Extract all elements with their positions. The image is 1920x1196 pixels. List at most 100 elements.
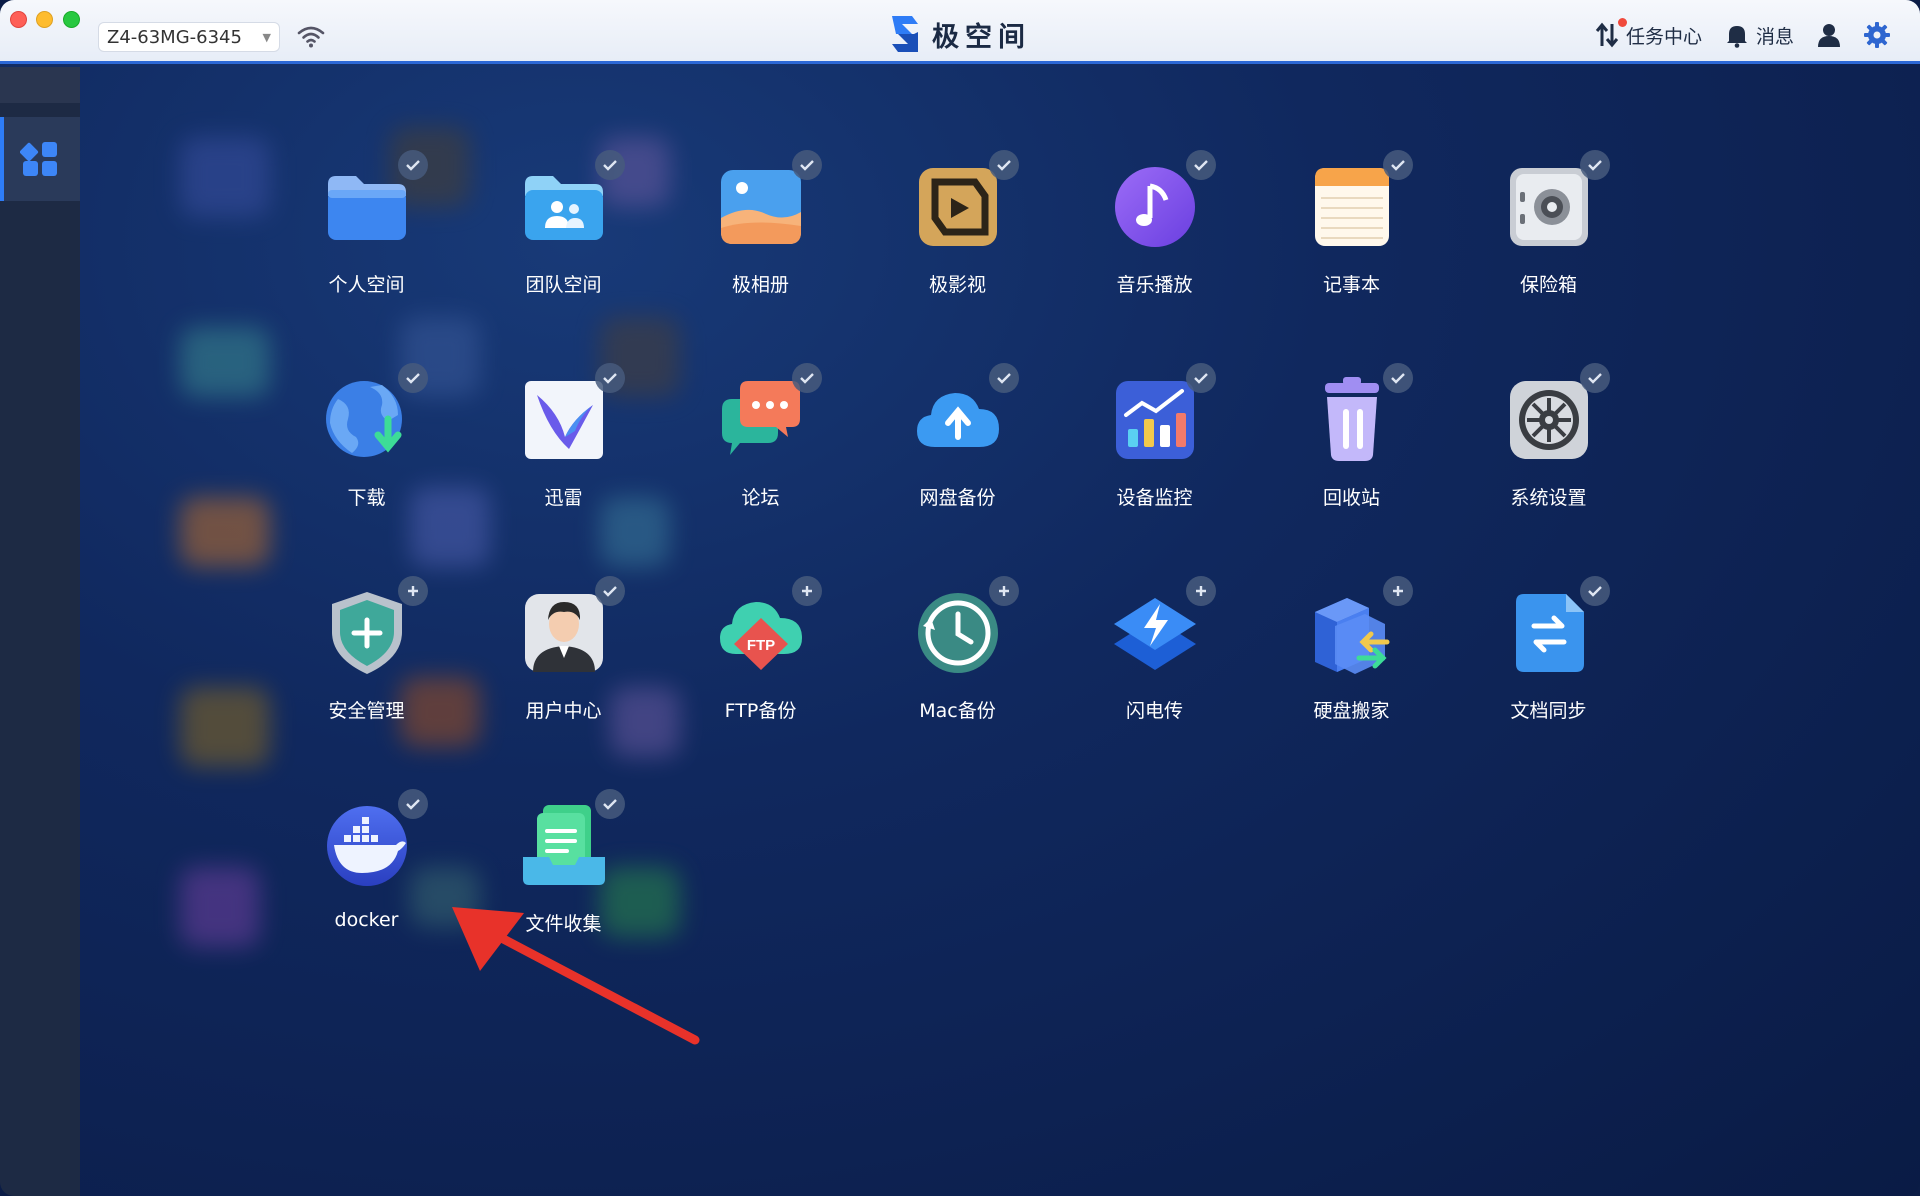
pin-badge-icon[interactable] xyxy=(595,150,625,180)
sidebar-item-apps[interactable] xyxy=(0,117,80,201)
pin-badge-icon[interactable] xyxy=(595,789,625,819)
app-label: 团队空间 xyxy=(525,274,602,296)
photo-album-icon xyxy=(721,170,801,244)
download-globe-icon xyxy=(326,381,402,457)
app-user-center[interactable]: 用户中心 xyxy=(465,576,662,789)
task-center-button[interactable]: 任务中心 xyxy=(1594,17,1702,49)
window-zoom-button[interactable] xyxy=(63,11,80,28)
pin-badge-icon[interactable] xyxy=(1580,576,1610,606)
app-forum[interactable]: 论坛 xyxy=(662,363,859,576)
app-music-player[interactable]: 音乐播放 xyxy=(1056,150,1253,363)
device-name: Z4-63MG-6345 xyxy=(107,26,242,48)
app-video[interactable]: 极影视 xyxy=(859,150,1056,363)
messages-button[interactable]: 消息 xyxy=(1724,22,1794,49)
safe-icon xyxy=(1510,168,1588,246)
brand-name: 极空间 xyxy=(932,21,1031,53)
app-file-collect[interactable]: 文件收集 xyxy=(465,789,662,1002)
pin-badge-icon[interactable] xyxy=(1580,363,1610,393)
user-avatar-icon xyxy=(525,594,603,672)
app-label: 极影视 xyxy=(928,274,986,296)
app-label: 迅雷 xyxy=(544,487,583,509)
pin-badge-icon[interactable] xyxy=(398,150,428,180)
app-label: 网盘备份 xyxy=(919,487,996,509)
pin-badge-icon[interactable] xyxy=(1186,150,1216,180)
app-label: 硬盘搬家 xyxy=(1313,700,1390,722)
pin-badge-icon[interactable] xyxy=(595,363,625,393)
transfer-arrows-icon xyxy=(1595,22,1619,48)
clock-backup-icon xyxy=(918,593,998,673)
app-team-space[interactable]: 团队空间 xyxy=(465,150,662,363)
app-label: 系统设置 xyxy=(1510,487,1587,509)
docker-whale-icon xyxy=(327,806,407,886)
team-folder-icon xyxy=(525,176,603,240)
trash-icon xyxy=(1325,377,1379,461)
app-photo-album[interactable]: 极相册 xyxy=(662,150,859,363)
pin-badge-icon[interactable] xyxy=(1383,576,1413,606)
app-grid: 个人空间 团队空间 极相册 极影视 音乐播放 记事本 保险箱 下载 迅雷 论坛 … xyxy=(268,150,1647,1002)
pin-badge-icon[interactable] xyxy=(989,576,1019,606)
app-mac-backup[interactable]: Mac备份 xyxy=(859,576,1056,789)
video-icon xyxy=(919,168,997,246)
folder-icon xyxy=(328,176,406,240)
notepad-icon xyxy=(1315,168,1389,246)
gear-icon xyxy=(1864,22,1890,48)
app-label: 安全管理 xyxy=(328,700,405,722)
xunlei-bird-icon xyxy=(525,381,603,459)
app-label: 设备监控 xyxy=(1116,487,1193,509)
app-system-settings[interactable]: 系统设置 xyxy=(1450,363,1647,576)
user-button[interactable] xyxy=(1816,22,1842,48)
pin-badge-icon[interactable] xyxy=(1383,363,1413,393)
app-notepad[interactable]: 记事本 xyxy=(1253,150,1450,363)
pin-badge-icon[interactable] xyxy=(1186,576,1216,606)
app-lightning-transfer[interactable]: 闪电传 xyxy=(1056,576,1253,789)
app-label: 个人空间 xyxy=(328,274,405,296)
app-label: 文档同步 xyxy=(1510,700,1587,722)
task-center-label: 任务中心 xyxy=(1625,25,1702,48)
app-label: 闪电传 xyxy=(1125,700,1183,722)
pin-badge-icon[interactable] xyxy=(792,576,822,606)
ftp-cloud-icon: FTP xyxy=(720,602,802,670)
pin-badge-icon[interactable] xyxy=(792,150,822,180)
app-label: 用户中心 xyxy=(525,700,602,722)
pin-badge-icon[interactable] xyxy=(398,789,428,819)
apps-grid-icon xyxy=(20,142,57,176)
app-device-monitor[interactable]: 设备监控 xyxy=(1056,363,1253,576)
ftp-tile-text: FTP xyxy=(747,637,775,654)
app-label: FTP备份 xyxy=(724,700,797,722)
settings-button[interactable] xyxy=(1864,22,1890,48)
app-disk-move[interactable]: 硬盘搬家 xyxy=(1253,576,1450,789)
app-ftp-backup[interactable]: FTP FTP备份 xyxy=(662,576,859,789)
app-cloud-backup[interactable]: 网盘备份 xyxy=(859,363,1056,576)
top-actions: 任务中心 消息 xyxy=(1572,17,1890,52)
device-selector[interactable]: Z4-63MG-6345 ▼ xyxy=(98,22,280,52)
brand: 极空间 xyxy=(886,12,1031,56)
pin-badge-icon[interactable] xyxy=(398,363,428,393)
app-doc-sync[interactable]: 文档同步 xyxy=(1450,576,1647,789)
app-label: docker xyxy=(334,909,399,931)
app-docker[interactable]: docker xyxy=(268,789,465,1002)
window-minimize-button[interactable] xyxy=(36,11,53,28)
app-label: 下载 xyxy=(347,487,386,509)
pin-badge-icon[interactable] xyxy=(989,150,1019,180)
app-security-management[interactable]: 安全管理 xyxy=(268,576,465,789)
app-recycle-bin[interactable]: 回收站 xyxy=(1253,363,1450,576)
app-window: Z4-63MG-6345 ▼ 极空间 任务中心 消息 个人空间 团队空间 极相册… xyxy=(0,0,1920,1196)
app-personal-space[interactable]: 个人空间 xyxy=(268,150,465,363)
pin-badge-icon[interactable] xyxy=(989,363,1019,393)
app-safe[interactable]: 保险箱 xyxy=(1450,150,1647,363)
pin-badge-icon[interactable] xyxy=(1383,150,1413,180)
app-download[interactable]: 下载 xyxy=(268,363,465,576)
notification-dot xyxy=(1617,17,1627,27)
pin-badge-icon[interactable] xyxy=(595,576,625,606)
pin-badge-icon[interactable] xyxy=(792,363,822,393)
pin-badge-icon[interactable] xyxy=(398,576,428,606)
app-xunlei[interactable]: 迅雷 xyxy=(465,363,662,576)
wifi-icon xyxy=(297,26,325,48)
app-label: 文件收集 xyxy=(525,913,602,935)
app-label: Mac备份 xyxy=(919,700,996,722)
window-close-button[interactable] xyxy=(10,11,27,28)
brand-logo-icon xyxy=(892,16,918,52)
sidebar-header xyxy=(0,67,80,103)
pin-badge-icon[interactable] xyxy=(1580,150,1610,180)
pin-badge-icon[interactable] xyxy=(1186,363,1216,393)
